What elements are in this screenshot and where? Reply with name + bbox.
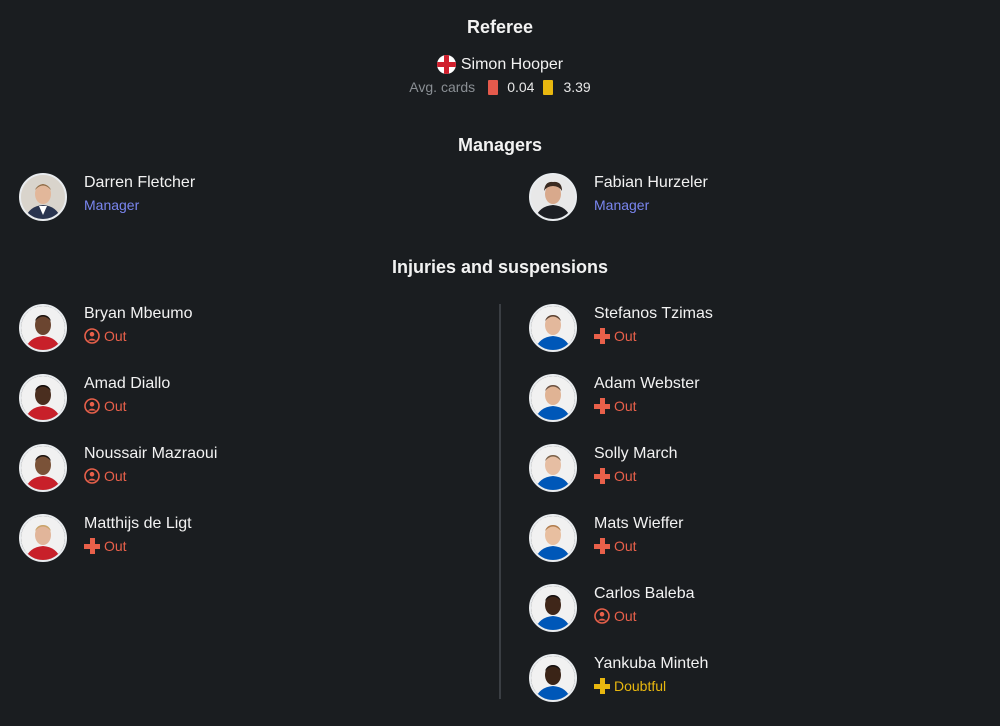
- player-name: Bryan Mbeumo: [84, 305, 193, 322]
- player-status: Out: [594, 468, 637, 484]
- referee-name[interactable]: Simon Hooper: [461, 56, 563, 74]
- avatar: [19, 304, 67, 352]
- manager-home[interactable]: Darren Fletcher Manager: [19, 173, 399, 221]
- injury-list-item[interactable]: Bryan Mbeumo Out: [19, 304, 399, 352]
- injury-list-item[interactable]: Mats Wieffer Out: [529, 514, 909, 562]
- player-status: Out: [594, 328, 637, 344]
- player-status: Out: [84, 328, 127, 344]
- player-name: Mats Wieffer: [594, 515, 684, 532]
- avatar: [529, 374, 577, 422]
- status-label: Out: [614, 398, 637, 414]
- status-label: Out: [104, 398, 127, 414]
- player-status: Out: [594, 538, 637, 554]
- manager-name: Fabian Hurzeler: [594, 174, 708, 191]
- column-divider: [499, 304, 501, 699]
- player-name: Yankuba Minteh: [594, 655, 709, 672]
- suspended-icon: [84, 398, 100, 414]
- status-label: Out: [614, 328, 637, 344]
- status-label: Out: [104, 468, 127, 484]
- injury-cross-icon: [594, 398, 610, 414]
- player-name: Adam Webster: [594, 375, 700, 392]
- injury-list-item[interactable]: Yankuba Minteh Doubtful: [529, 654, 909, 702]
- player-status: Out: [84, 538, 127, 554]
- injury-list-item[interactable]: Carlos Baleba Out: [529, 584, 909, 632]
- managers-title: Managers: [457, 135, 543, 155]
- injury-list-item[interactable]: Noussair Mazraoui Out: [19, 444, 399, 492]
- avatar: [529, 514, 577, 562]
- status-label: Out: [614, 538, 637, 554]
- injury-cross-icon: [594, 538, 610, 554]
- injury-cross-icon: [594, 678, 610, 694]
- player-status: Out: [594, 608, 637, 624]
- injury-list-item[interactable]: Solly March Out: [529, 444, 909, 492]
- yellow-card-icon: [543, 79, 554, 95]
- player-status: Out: [594, 398, 637, 414]
- england-flag-icon: [436, 55, 456, 74]
- player-name: Solly March: [594, 445, 678, 462]
- injury-list-item[interactable]: Amad Diallo Out: [19, 374, 399, 422]
- status-label: Out: [104, 328, 127, 344]
- injury-list-item[interactable]: Adam Webster Out: [529, 374, 909, 422]
- injury-cross-icon: [84, 538, 100, 554]
- injury-list-item[interactable]: Matthijs de Ligt Out: [19, 514, 399, 562]
- player-name: Noussair Mazraoui: [84, 445, 218, 462]
- player-name: Carlos Baleba: [594, 585, 695, 602]
- referee-title: Referee: [466, 17, 534, 37]
- avatar: [529, 584, 577, 632]
- player-status: Out: [84, 398, 127, 414]
- player-status: Doubtful: [594, 678, 666, 694]
- referee-row: Simon Hooper: [0, 55, 1000, 74]
- avg-cards-label: Avg. cards: [409, 79, 476, 95]
- injury-cross-icon: [594, 328, 610, 344]
- player-name: Stefanos Tzimas: [594, 305, 713, 322]
- yellow-cards-average: 3.39: [563, 79, 591, 95]
- player-status: Out: [84, 468, 127, 484]
- manager-role: Manager: [84, 197, 140, 213]
- avatar: [19, 173, 67, 221]
- suspended-icon: [84, 468, 100, 484]
- red-card-icon: [488, 79, 499, 95]
- status-label: Out: [104, 538, 127, 554]
- status-label: Out: [614, 608, 637, 624]
- status-label: Out: [614, 468, 637, 484]
- avatar: [529, 173, 577, 221]
- player-name: Amad Diallo: [84, 375, 171, 392]
- suspended-icon: [594, 608, 610, 624]
- suspended-icon: [84, 328, 100, 344]
- injuries-title: Injuries and suspensions: [391, 257, 609, 277]
- avatar: [529, 304, 577, 352]
- player-name: Matthijs de Ligt: [84, 515, 192, 532]
- manager-name: Darren Fletcher: [84, 174, 196, 191]
- manager-away[interactable]: Fabian Hurzeler Manager: [529, 173, 909, 221]
- avatar: [19, 514, 67, 562]
- avatar: [19, 374, 67, 422]
- referee-avg-cards: Avg. cards 0.04 3.39: [0, 79, 1000, 95]
- avatar: [529, 444, 577, 492]
- manager-role: Manager: [594, 197, 650, 213]
- avatar: [529, 654, 577, 702]
- injury-cross-icon: [594, 468, 610, 484]
- avatar: [19, 444, 67, 492]
- red-cards-average: 0.04: [507, 79, 535, 95]
- status-label: Doubtful: [614, 678, 667, 694]
- injury-list-item[interactable]: Stefanos Tzimas Out: [529, 304, 909, 352]
